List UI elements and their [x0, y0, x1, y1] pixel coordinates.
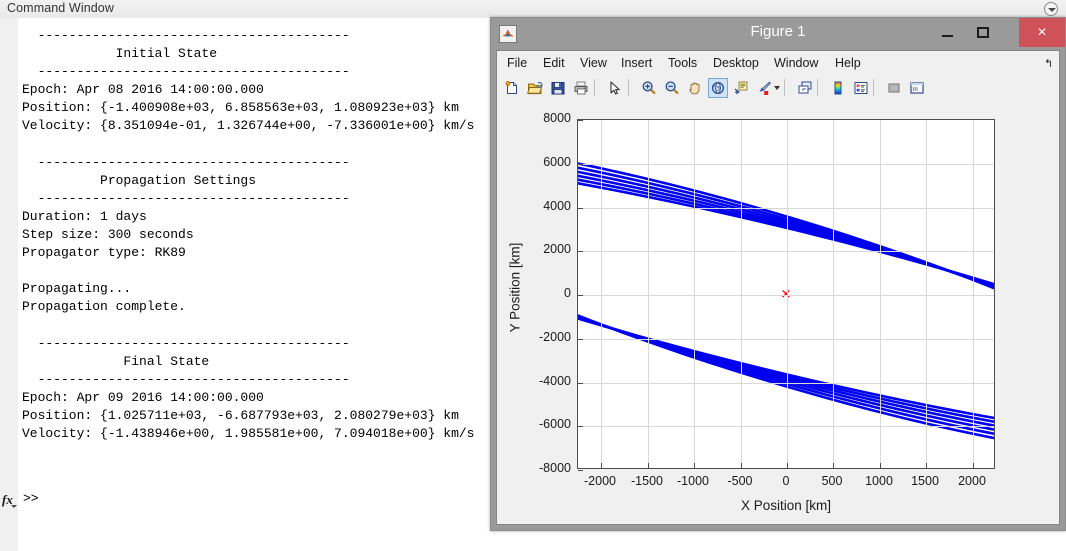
- y-tick-label: -2000: [539, 330, 571, 344]
- new-figure-icon[interactable]: [502, 78, 522, 98]
- save-figure-icon[interactable]: [548, 78, 568, 98]
- menu-file[interactable]: File: [503, 54, 531, 72]
- figure-toolbar: 3: [497, 75, 1059, 101]
- toolbar-separator: [628, 79, 629, 96]
- y-tick: [578, 470, 583, 471]
- toolbar-separator: [873, 79, 874, 96]
- open-file-icon[interactable]: [525, 78, 545, 98]
- colorbar-icon[interactable]: [828, 78, 848, 98]
- zoom-out-icon[interactable]: [662, 78, 682, 98]
- x-tick: [880, 463, 881, 468]
- menu-view[interactable]: View: [576, 54, 611, 72]
- x-tick: [973, 463, 974, 468]
- collapse-arrow-icon[interactable]: ↱: [1044, 57, 1053, 70]
- prompt-chevrons: >>: [23, 491, 39, 506]
- y-tick-label: 8000: [543, 111, 571, 125]
- gridline-vertical: [787, 120, 788, 468]
- hide-plot-tools-icon[interactable]: [884, 78, 904, 98]
- gridline-vertical: [694, 120, 695, 468]
- y-tick: [578, 164, 583, 165]
- data-cursor-icon[interactable]: [731, 78, 751, 98]
- show-plot-tools-icon[interactable]: [907, 78, 927, 98]
- y-tick: [578, 339, 583, 340]
- y-tick-label: 2000: [543, 242, 571, 256]
- x-tick: [926, 463, 927, 468]
- close-icon[interactable]: ×: [1019, 18, 1065, 47]
- gridline-horizontal: [578, 383, 994, 384]
- figure-plot-area: Y Position [km] X Position [km] ✕ -2000-…: [497, 100, 1059, 524]
- y-tick: [578, 295, 583, 296]
- y-tick: [578, 383, 583, 384]
- command-window-output: ----------------------------------------…: [22, 28, 475, 442]
- plot-axes[interactable]: ✕: [577, 119, 995, 471]
- y-tick-label: -6000: [539, 417, 571, 431]
- gridline-vertical: [926, 120, 927, 468]
- y-tick: [578, 208, 583, 209]
- x-tick: [787, 463, 788, 468]
- svg-text:3: 3: [716, 86, 720, 93]
- y-tick-label: 6000: [543, 155, 571, 169]
- y-tick: [578, 251, 583, 252]
- menu-window[interactable]: Window: [770, 54, 822, 72]
- figure-menubar: File Edit View Insert Tools Desktop Wind…: [497, 51, 1059, 76]
- gridline-horizontal: [578, 164, 994, 165]
- gridline-horizontal: [578, 339, 994, 340]
- y-tick: [578, 426, 583, 427]
- gridline-vertical: [601, 120, 602, 468]
- rotate-3d-icon[interactable]: 3: [708, 78, 728, 98]
- gridline-horizontal: [578, 426, 994, 427]
- command-window-gutter: [0, 18, 19, 551]
- gridline-vertical: [880, 120, 881, 468]
- zoom-in-icon[interactable]: [639, 78, 659, 98]
- y-tick: [578, 120, 583, 121]
- x-tick: [648, 463, 649, 468]
- menu-tools[interactable]: Tools: [664, 54, 701, 72]
- link-data-icon[interactable]: [795, 78, 815, 98]
- toolbar-separator: [594, 79, 595, 96]
- maximize-icon[interactable]: [965, 18, 1001, 47]
- gridline-horizontal: [578, 251, 994, 252]
- x-tick: [833, 463, 834, 468]
- brush-dropdown-caret-icon[interactable]: [774, 86, 780, 90]
- y-tick-label: 0: [564, 286, 571, 300]
- legend-icon[interactable]: [851, 78, 871, 98]
- x-tick: [601, 463, 602, 468]
- menu-insert[interactable]: Insert: [617, 54, 656, 72]
- toolbar-separator: [817, 79, 818, 96]
- print-figure-icon[interactable]: [571, 78, 591, 98]
- screen: Command Window -------------------------…: [0, 0, 1066, 551]
- gridline-vertical: [648, 120, 649, 468]
- toolbar-separator: [784, 79, 785, 96]
- brush-data-icon[interactable]: [754, 78, 774, 98]
- gridline-horizontal: [578, 208, 994, 209]
- central-body-marker: ✕: [780, 286, 792, 302]
- minimize-icon[interactable]: [929, 18, 965, 47]
- y-tick-label: -8000: [539, 461, 571, 475]
- command-window-title: Command Window: [7, 1, 114, 15]
- x-tick: [694, 463, 695, 468]
- close-glyph: ×: [1037, 23, 1047, 41]
- menu-desktop[interactable]: Desktop: [709, 54, 763, 72]
- edit-plot-pointer-icon[interactable]: [605, 78, 625, 98]
- figure-client-area: File Edit View Insert Tools Desktop Wind…: [496, 50, 1060, 525]
- y-tick-label: -4000: [539, 374, 571, 388]
- fx-icon[interactable]: fx: [2, 492, 17, 508]
- chevron-down-circle-icon[interactable]: [1044, 2, 1058, 16]
- gridline-vertical: [833, 120, 834, 468]
- y-tick-label: 4000: [543, 199, 571, 213]
- figure-titlebar[interactable]: Figure 1 ×: [491, 18, 1065, 50]
- gridline-vertical: [741, 120, 742, 468]
- menu-edit[interactable]: Edit: [539, 54, 569, 72]
- menu-help[interactable]: Help: [831, 54, 865, 72]
- pan-hand-icon[interactable]: [685, 78, 705, 98]
- gridline-vertical: [973, 120, 974, 468]
- figure-window: Figure 1 × File Edit View Insert Tools D…: [490, 17, 1066, 531]
- x-axis-label: X Position [km]: [740, 498, 832, 513]
- x-tick: [741, 463, 742, 468]
- x-tick-label: 2000: [958, 474, 986, 488]
- gridline-horizontal: [578, 295, 994, 296]
